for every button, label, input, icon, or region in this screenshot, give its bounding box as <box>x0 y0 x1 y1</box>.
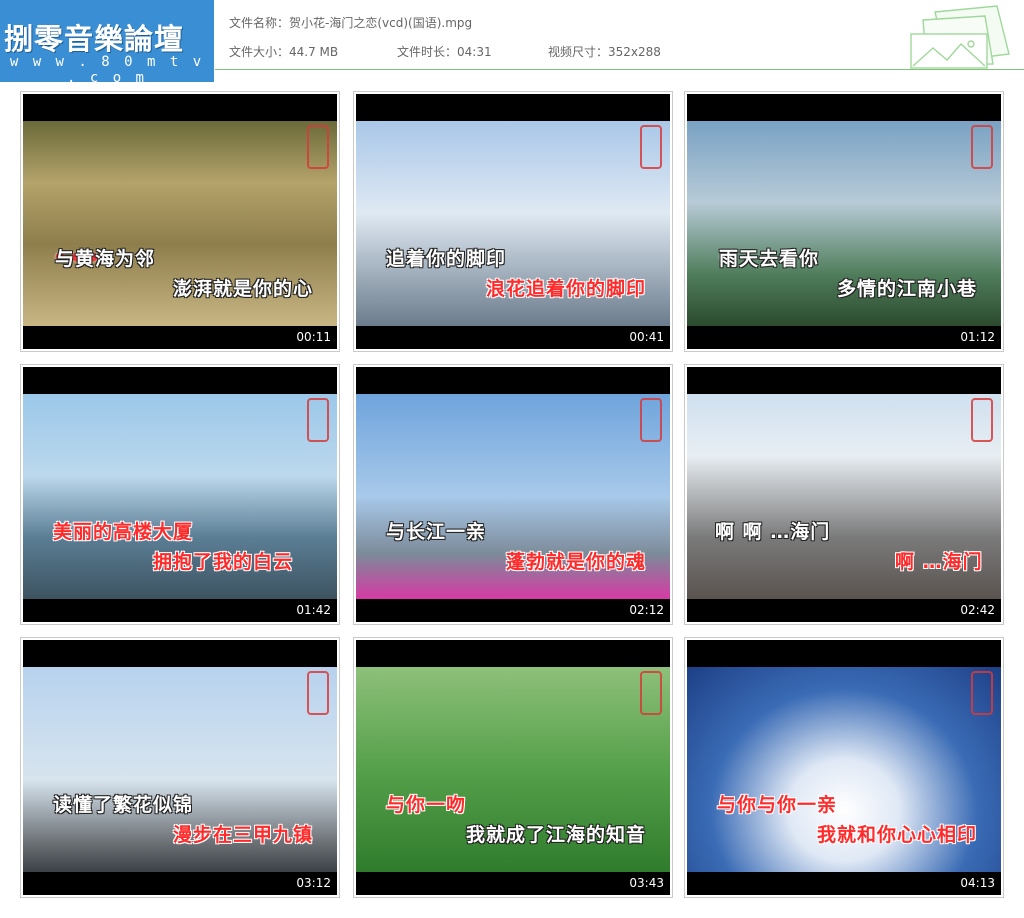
thumbnail-tile[interactable]: 啊 啊 …海门啊 …海门 02:42 <box>684 364 1004 625</box>
timestamp: 02:42 <box>960 603 995 617</box>
frame-image: 追着你的脚印浪花追着你的脚印 <box>356 121 670 326</box>
channel-logo-icon <box>307 125 329 169</box>
frame-image: 与你与你一亲我就和你心心相印 <box>687 667 1001 872</box>
duration-label: 文件时长： <box>397 45 458 59</box>
site-logo[interactable]: 捌零音樂論壇 w w w . 8 0 m t v . c o m <box>0 0 214 82</box>
frame-image: 啊 啊 …海门啊 …海门 <box>687 394 1001 599</box>
frame-image: 与你一吻我就成了江海的知音 <box>356 667 670 872</box>
channel-logo-icon <box>640 125 662 169</box>
duration-value: 04:31 <box>457 45 492 59</box>
channel-logo-icon <box>971 125 993 169</box>
lyric-line-1: 与你与你一亲 <box>717 794 838 816</box>
header-divider <box>215 69 1024 70</box>
logo-title: 捌零音樂論壇 <box>4 22 185 56</box>
lyric-line-2: 我就成了江海的知音 <box>466 824 647 846</box>
file-name-value: 贺小花-海门之恋(vcd)(国语).mpg <box>289 16 473 30</box>
thumbnail-grid: ● ● ● 与黄海为邻 澎湃就是你的心 00:11 追着你的脚印浪花追着你的脚印 00:4… <box>20 91 1004 901</box>
frame-image: ● 雨天去看你 多情的江南小巷 <box>687 121 1001 326</box>
lyric-line-2: 啊 …海门 <box>895 551 983 573</box>
thumbnail-tile[interactable]: 美丽的高楼大厦拥抱了我的白云 01:42 <box>20 364 340 625</box>
frame-image: 与长江一亲 蓬勃就是你的魂 <box>356 394 670 599</box>
timestamp: 02:12 <box>629 603 664 617</box>
logo-url: w w w . 8 0 m t v . c o m <box>9 54 205 82</box>
lyric-line-2: 蓬勃就是你的魂 <box>506 551 647 573</box>
video-frame: 与你与你一亲我就和你心心相印 04:13 <box>687 640 1001 895</box>
video-frame: ● ● ● 与黄海为邻 澎湃就是你的心 00:11 <box>23 94 337 349</box>
channel-logo-icon <box>971 671 993 715</box>
video-frame: 读懂了繁花似锦漫步在三甲九镇 03:12 <box>23 640 337 895</box>
file-name-info: 文件名称：贺小花-海门之恋(vcd)(国语).mpg <box>229 14 472 31</box>
lyric-line-2: 澎湃就是你的心 <box>173 278 314 300</box>
video-frame: 与长江一亲 蓬勃就是你的魂 02:12 <box>356 367 670 622</box>
lyric-line-2: 多情的江南小巷 <box>837 278 978 300</box>
video-frame: ● 雨天去看你 多情的江南小巷 01:12 <box>687 94 1001 349</box>
timestamp: 04:13 <box>960 876 995 890</box>
lyric-line-1: 与黄海为邻 <box>55 248 156 270</box>
lyric-line-2: 我就和你心心相印 <box>817 824 978 846</box>
lyric-line-1: 与你一吻 <box>386 794 467 816</box>
timestamp: 01:42 <box>296 603 331 617</box>
file-size-info: 文件大小：44.7 MB <box>229 43 338 60</box>
lyric-line-2: 浪花追着你的脚印 <box>486 278 647 300</box>
picture-frames-icon <box>910 5 1010 69</box>
thumbnail-tile[interactable]: 与你一吻我就成了江海的知音 03:43 <box>353 637 673 898</box>
video-frame: 美丽的高楼大厦拥抱了我的白云 01:42 <box>23 367 337 622</box>
header: 捌零音樂論壇 w w w . 8 0 m t v . c o m 文件名称：贺小… <box>0 0 1024 84</box>
channel-logo-icon <box>971 398 993 442</box>
thumbnail-tile[interactable]: 与你与你一亲我就和你心心相印 04:13 <box>684 637 1004 898</box>
thumbnail-tile[interactable]: ● ● ● 与黄海为邻 澎湃就是你的心 00:11 <box>20 91 340 352</box>
thumbnail-tile[interactable]: 与长江一亲 蓬勃就是你的魂 02:12 <box>353 364 673 625</box>
frame-image: 读懂了繁花似锦漫步在三甲九镇 <box>23 667 337 872</box>
lyric-line-1: 雨天去看你 <box>719 248 820 270</box>
timestamp: 00:41 <box>629 330 664 344</box>
lyric-line-1: 与长江一亲 <box>386 521 487 543</box>
resolution-info: 视频尺寸：352x288 <box>548 43 661 60</box>
timestamp: 01:12 <box>960 330 995 344</box>
channel-logo-icon <box>640 398 662 442</box>
resolution-label: 视频尺寸： <box>548 45 609 59</box>
video-frame: 啊 啊 …海门啊 …海门 02:42 <box>687 367 1001 622</box>
thumbnail-tile[interactable]: 追着你的脚印浪花追着你的脚印 00:41 <box>353 91 673 352</box>
file-name-label: 文件名称： <box>229 16 290 30</box>
lyric-line-1: 啊 啊 …海门 <box>715 521 831 543</box>
channel-logo-icon <box>307 398 329 442</box>
thumbnail-tile[interactable]: ● 雨天去看你 多情的江南小巷 01:12 <box>684 91 1004 352</box>
timestamp: 00:11 <box>296 330 331 344</box>
video-frame: 追着你的脚印浪花追着你的脚印 00:41 <box>356 94 670 349</box>
frame-image: 美丽的高楼大厦拥抱了我的白云 <box>23 394 337 599</box>
lyric-line-2: 漫步在三甲九镇 <box>173 824 314 846</box>
timestamp: 03:12 <box>296 876 331 890</box>
file-size-value: 44.7 MB <box>289 45 339 59</box>
lyric-line-2: 拥抱了我的白云 <box>153 551 294 573</box>
channel-logo-icon <box>640 671 662 715</box>
timestamp: 03:43 <box>629 876 664 890</box>
lyric-line-1: 读懂了繁花似锦 <box>53 794 194 816</box>
channel-logo-icon <box>307 671 329 715</box>
frame-image: ● ● ● 与黄海为邻 澎湃就是你的心 <box>23 121 337 326</box>
video-frame: 与你一吻我就成了江海的知音 03:43 <box>356 640 670 895</box>
thumbnail-tile[interactable]: 读懂了繁花似锦漫步在三甲九镇 03:12 <box>20 637 340 898</box>
duration-info: 文件时长：04:31 <box>397 43 492 60</box>
lyric-line-1: 追着你的脚印 <box>386 248 507 270</box>
resolution-value: 352x288 <box>608 45 661 59</box>
lyric-line-1: 美丽的高楼大厦 <box>53 521 194 543</box>
file-size-label: 文件大小： <box>229 45 290 59</box>
